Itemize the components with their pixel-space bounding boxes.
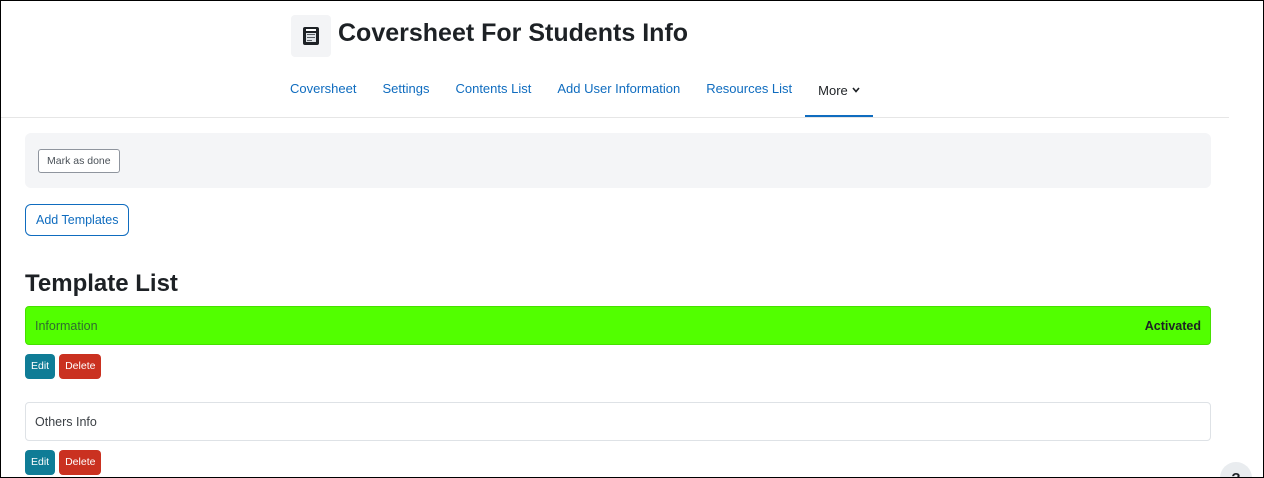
page-header: Coversheet For Students Info Coversheet …	[1, 1, 1229, 118]
page-title: Coversheet For Students Info	[338, 19, 689, 47]
template-row: Others Info	[25, 402, 1211, 441]
secondary-navigation: Coversheet Settings Contents List Add Us…	[277, 73, 873, 117]
delete-template-button[interactable]: Delete	[59, 450, 102, 475]
chevron-down-icon	[852, 81, 860, 96]
tab-resources-list[interactable]: Resources List	[693, 73, 805, 117]
tab-settings[interactable]: Settings	[369, 73, 442, 117]
tab-more[interactable]: More	[805, 73, 873, 117]
help-button[interactable]: ?	[1220, 462, 1252, 477]
template-row-actions: Edit Delete	[25, 354, 102, 379]
edit-template-button[interactable]: Edit	[25, 354, 56, 379]
tab-add-user-information[interactable]: Add User Information	[544, 73, 693, 117]
activity-completion-bar: Mark as done	[25, 133, 1211, 188]
template-list-heading: Template List	[25, 270, 178, 297]
edit-template-button[interactable]: Edit	[25, 450, 56, 475]
template-name: Information	[35, 318, 98, 333]
tab-more-label: More	[818, 83, 848, 98]
document-icon	[291, 15, 331, 57]
tab-contents-list[interactable]: Contents List	[442, 73, 544, 117]
template-status-badge: Activated	[1144, 318, 1201, 333]
template-row-actions: Edit Delete	[25, 450, 102, 475]
tab-coversheet[interactable]: Coversheet	[277, 73, 369, 117]
template-name: Others Info	[35, 414, 97, 429]
template-row: Information Activated	[25, 306, 1211, 345]
delete-template-button[interactable]: Delete	[59, 354, 102, 379]
page-frame: Coversheet For Students Info Coversheet …	[0, 0, 1264, 478]
mark-as-done-button[interactable]: Mark as done	[38, 149, 120, 173]
add-templates-button[interactable]: Add Templates	[25, 204, 130, 236]
